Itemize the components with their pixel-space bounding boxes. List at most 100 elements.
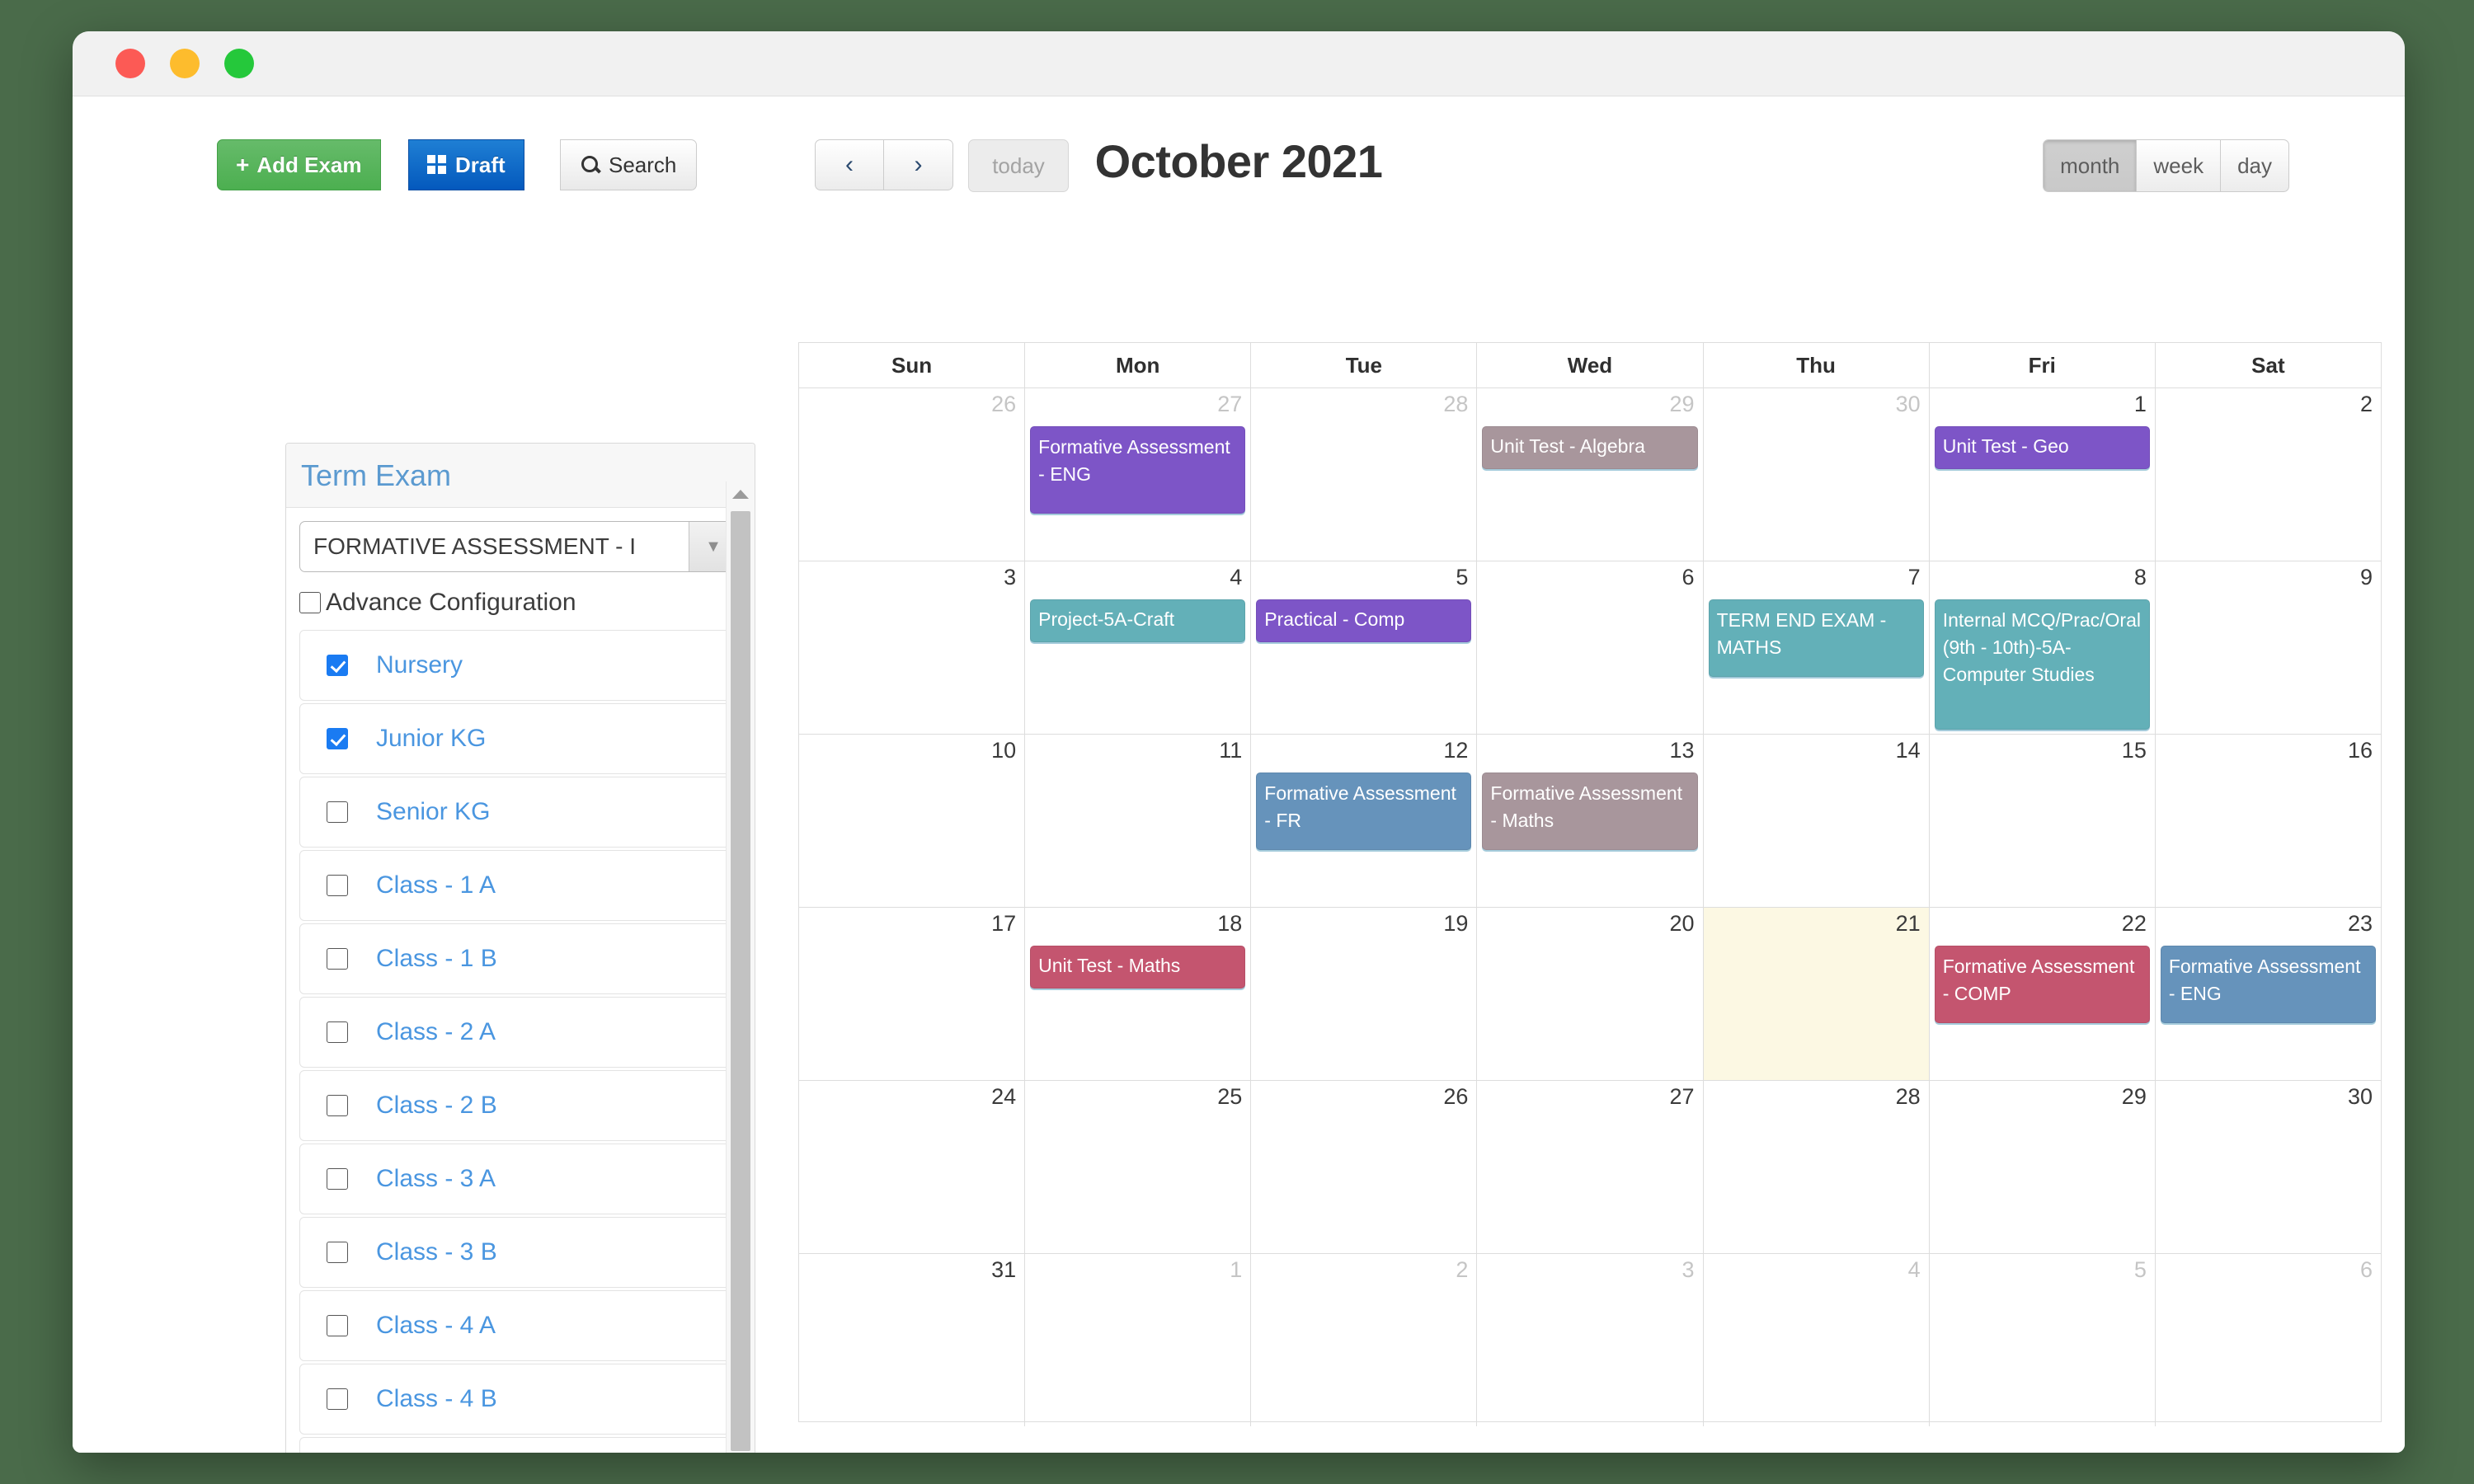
calendar-event[interactable]: Unit Test - Maths bbox=[1030, 946, 1246, 989]
class-checkbox[interactable] bbox=[327, 875, 348, 896]
calendar-day-cell[interactable]: 13 Formative Assessment - Maths bbox=[1477, 735, 1704, 907]
calendar-day-cell[interactable]: 5 Practical - Comp bbox=[1251, 561, 1478, 734]
day-number: 17 bbox=[991, 911, 1017, 936]
term-select[interactable]: FORMATIVE ASSESSMENT - I ▼ bbox=[299, 521, 738, 572]
calendar-day-cell[interactable]: 19 bbox=[1251, 908, 1478, 1080]
tab-month[interactable]: month bbox=[2044, 140, 2138, 191]
calendar-day-cell[interactable]: 16 bbox=[2156, 735, 2381, 907]
calendar-day-cell[interactable]: 24 bbox=[799, 1081, 1026, 1253]
calendar-day-cell[interactable]: 3 bbox=[1477, 1254, 1704, 1426]
day-number: 29 bbox=[1669, 392, 1695, 416]
class-list-item[interactable]: Nursery bbox=[299, 630, 741, 701]
tab-week[interactable]: week bbox=[2137, 140, 2222, 191]
close-window-button[interactable] bbox=[115, 49, 145, 78]
calendar-event[interactable]: TERM END EXAM - MATHS bbox=[1708, 599, 1924, 677]
class-checkbox[interactable] bbox=[327, 1095, 348, 1116]
class-list-item[interactable]: Class - 2 B bbox=[299, 1070, 741, 1141]
day-number: 3 bbox=[1681, 1257, 1695, 1282]
calendar-event[interactable]: Formative Assessment - ENG bbox=[2160, 946, 2376, 1023]
calendar-day-cell[interactable]: 29 bbox=[1930, 1081, 2156, 1253]
day-number: 28 bbox=[1443, 392, 1469, 416]
tab-day[interactable]: day bbox=[2221, 140, 2288, 191]
day-number: 19 bbox=[1443, 911, 1469, 936]
calendar-day-cell[interactable]: 17 bbox=[799, 908, 1026, 1080]
class-list-item[interactable]: Senior KG bbox=[299, 777, 741, 848]
calendar-day-cell[interactable]: 18 Unit Test - Maths bbox=[1025, 908, 1252, 1080]
calendar-day-cell[interactable]: 8 Internal MCQ/Prac/Oral (9th - 10th)-5A-… bbox=[1930, 561, 2156, 734]
calendar-day-cell[interactable]: 7 TERM END EXAM - MATHS bbox=[1704, 561, 1930, 734]
calendar-day-cell[interactable]: 14 bbox=[1704, 735, 1930, 907]
advance-configuration-checkbox[interactable] bbox=[299, 592, 321, 613]
scroll-up-arrow-icon[interactable] bbox=[732, 490, 749, 499]
calendar-day-cell[interactable]: 25 bbox=[1025, 1081, 1252, 1253]
maximize-window-button[interactable] bbox=[224, 49, 254, 78]
calendar-day-cell[interactable]: 2 bbox=[2156, 388, 2381, 561]
calendar-toolbar: + Add Exam Draft Search ‹ › today Octobe… bbox=[73, 115, 2405, 197]
class-checkbox[interactable] bbox=[327, 1242, 348, 1263]
calendar-day-cell[interactable]: 29 Unit Test - Algebra bbox=[1477, 388, 1704, 561]
class-list-item[interactable]: Class - 2 A bbox=[299, 997, 741, 1068]
class-list-item[interactable]: Class - 3 A bbox=[299, 1144, 741, 1214]
calendar-day-cell[interactable]: 22 Formative Assessment - COMP bbox=[1930, 908, 2156, 1080]
calendar-day-cell[interactable]: 15 bbox=[1930, 735, 2156, 907]
calendar-event[interactable]: Formative Assessment - ENG bbox=[1030, 426, 1246, 514]
calendar-day-cell[interactable]: 23 Formative Assessment - ENG bbox=[2156, 908, 2381, 1080]
calendar-day-cell[interactable]: 10 bbox=[799, 735, 1026, 907]
calendar-day-cell[interactable]: 1 bbox=[1025, 1254, 1252, 1426]
calendar-event[interactable]: Unit Test - Algebra bbox=[1482, 426, 1698, 469]
calendar-day-cell[interactable]: 26 bbox=[1251, 1081, 1478, 1253]
class-checkbox[interactable] bbox=[327, 1315, 348, 1336]
calendar-day-cell[interactable]: 30 bbox=[2156, 1081, 2381, 1253]
calendar-event[interactable]: Practical - Comp bbox=[1256, 599, 1472, 642]
calendar-day-cell[interactable]: 5 bbox=[1930, 1254, 2156, 1426]
calendar-day-cell[interactable]: 6 bbox=[1477, 561, 1704, 734]
calendar-day-cell[interactable]: 9 bbox=[2156, 561, 2381, 734]
calendar-day-cell[interactable]: 26 bbox=[799, 388, 1026, 561]
calendar-event[interactable]: Unit Test - Geo bbox=[1934, 426, 2150, 469]
calendar-day-cell[interactable]: 6 bbox=[2156, 1254, 2381, 1426]
calendar-day-cell[interactable]: 1 Unit Test - Geo bbox=[1930, 388, 2156, 561]
class-list-item[interactable]: Class - 4 B bbox=[299, 1364, 741, 1435]
day-number: 26 bbox=[991, 392, 1017, 416]
class-checkbox[interactable] bbox=[327, 1388, 348, 1410]
sidebar-scrollbar[interactable] bbox=[726, 481, 755, 1453]
class-checkbox[interactable] bbox=[327, 801, 348, 823]
calendar-event[interactable]: Project-5A-Craft bbox=[1030, 599, 1246, 642]
calendar-day-cell[interactable]: 27 Formative Assessment - ENG bbox=[1025, 388, 1252, 561]
calendar-day-cell[interactable]: 11 bbox=[1025, 735, 1252, 907]
calendar-event[interactable]: Formative Assessment - FR bbox=[1256, 773, 1472, 850]
class-list-item[interactable]: Class - 3 B bbox=[299, 1217, 741, 1288]
weekday-header-sat: Sat bbox=[2251, 352, 2285, 378]
day-number: 30 bbox=[2347, 1084, 2373, 1109]
calendar-day-cell[interactable]: 27 bbox=[1477, 1081, 1704, 1253]
class-list-item[interactable]: Class - 5 A bbox=[299, 1437, 741, 1453]
class-list-item[interactable]: Class - 4 A bbox=[299, 1290, 741, 1361]
class-checkbox[interactable] bbox=[327, 1021, 348, 1043]
calendar-day-cell[interactable]: 12 Formative Assessment - FR bbox=[1251, 735, 1478, 907]
calendar-day-cell[interactable]: 31 bbox=[799, 1254, 1026, 1426]
class-checkbox[interactable] bbox=[327, 1168, 348, 1190]
calendar-day-cell[interactable]: 4 bbox=[1704, 1254, 1930, 1426]
calendar-day-cell[interactable]: 4 Project-5A-Craft bbox=[1025, 561, 1252, 734]
calendar-event[interactable]: Internal MCQ/Prac/Oral (9th - 10th)-5A-C… bbox=[1934, 599, 2150, 730]
class-list-item[interactable]: Junior KG bbox=[299, 703, 741, 774]
calendar-event[interactable]: Formative Assessment - COMP bbox=[1934, 946, 2150, 1023]
scrollbar-thumb[interactable] bbox=[731, 511, 750, 1451]
calendar-day-cell[interactable]: 28 bbox=[1704, 1081, 1930, 1253]
calendar-week-row: 3 4 Project-5A-Craft 5 Practical - Comp 6 7 TER… bbox=[799, 561, 2381, 735]
calendar-day-cell[interactable]: 20 bbox=[1477, 908, 1704, 1080]
class-list-item[interactable]: Class - 1 A bbox=[299, 850, 741, 921]
class-list-item[interactable]: Class - 1 B bbox=[299, 923, 741, 994]
calendar-day-cell[interactable]: 3 bbox=[799, 561, 1026, 734]
calendar-day-cell[interactable]: 28 bbox=[1251, 388, 1478, 561]
advance-configuration-row[interactable]: Advance Configuration bbox=[299, 589, 741, 617]
class-checkbox[interactable] bbox=[327, 948, 348, 970]
calendar-day-cell[interactable]: 2 bbox=[1251, 1254, 1478, 1426]
day-number: 23 bbox=[2347, 911, 2373, 936]
class-checkbox[interactable] bbox=[327, 728, 348, 749]
minimize-window-button[interactable] bbox=[170, 49, 200, 78]
calendar-day-cell[interactable]: 30 bbox=[1704, 388, 1930, 561]
class-checkbox[interactable] bbox=[327, 655, 348, 676]
calendar-day-cell[interactable]: 21 bbox=[1703, 908, 1930, 1080]
calendar-event[interactable]: Formative Assessment - Maths bbox=[1482, 773, 1698, 850]
